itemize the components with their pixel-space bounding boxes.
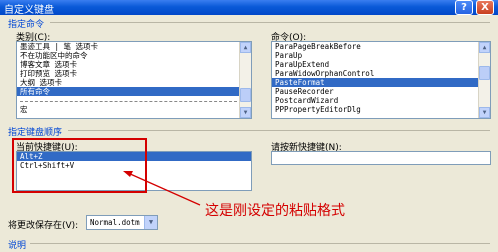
save-changes-value: Normal.dotm	[90, 218, 140, 227]
chevron-down-icon[interactable]: ▼	[144, 216, 157, 229]
save-changes-label: 将更改保存在(V):	[8, 221, 79, 231]
annotation-text: 这是刚设定的粘贴格式	[205, 203, 345, 219]
section-divider	[30, 243, 490, 244]
save-changes-dropdown[interactable]: Normal.dotm ▼	[86, 215, 158, 230]
description-label: 说明	[8, 241, 27, 251]
